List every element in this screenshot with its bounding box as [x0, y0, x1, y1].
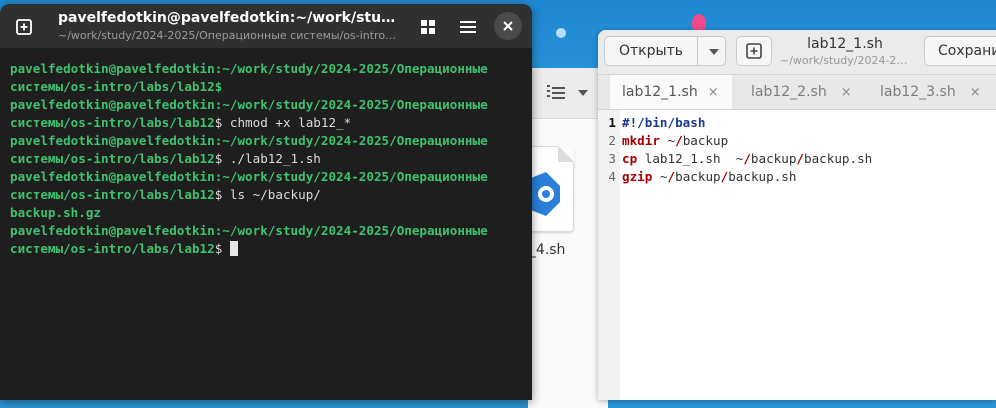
terminal-title: pavelfedotkin@pavelfedotkin:~/work/study…: [58, 10, 398, 26]
code-token: backup: [675, 169, 721, 184]
code-line: 3 cp lab12_1.sh ~/backup/backup.sh: [598, 150, 996, 168]
new-tab-button[interactable]: [8, 12, 40, 42]
prompt-user-host: pavelfedotkin@pavelfedotkin: [10, 169, 215, 184]
terminal-line: системы/os-intro/labs/lab12$ ./lab12_1.s…: [10, 150, 525, 168]
prompt-user-host: pavelfedotkin@pavelfedotkin: [10, 133, 215, 148]
list-view-icon[interactable]: [547, 84, 565, 100]
terminal-subtitle: ~/work/study/2024-2025/Операционные сист…: [58, 29, 398, 42]
view-options-chevron-down-icon[interactable]: [578, 90, 588, 96]
text-editor-window[interactable]: Открыть lab12_1.sh ~/work/study/2024-202…: [598, 30, 996, 400]
close-tab-icon[interactable]: ×: [708, 85, 719, 100]
code-line: 4 gzip ~/backup/backup.sh: [598, 168, 996, 186]
close-tab-icon[interactable]: ×: [970, 85, 981, 100]
command-text: $ chmod +x lab12_*: [214, 115, 352, 130]
code-token: mkdir: [622, 133, 660, 148]
terminal-line: pavelfedotkin@pavelfedotkin:~/work/study…: [10, 222, 525, 240]
line-number: 4: [608, 169, 616, 184]
prompt-user-host: pavelfedotkin@pavelfedotkin: [10, 97, 215, 112]
tab-label: lab12_2.sh: [751, 84, 827, 100]
prompt-path: :~/work/study/2024-2025/Операционные: [214, 61, 488, 76]
code-line: 1 #!/bin/bash: [598, 114, 996, 132]
terminal-line: системы/os-intro/labs/lab12$ chmod +x la…: [10, 114, 525, 132]
line-number: 1: [608, 115, 616, 130]
prompt-user-host: pavelfedotkin@pavelfedotkin: [10, 61, 215, 76]
prompt-path: системы/os-intro/labs/lab12: [10, 241, 215, 256]
terminal-line: pavelfedotkin@pavelfedotkin:~/work/study…: [10, 60, 525, 78]
prompt-path: системы/os-intro/labs/lab12$: [10, 79, 223, 94]
code-token: backup: [750, 151, 797, 166]
terminal-line: системы/os-intro/labs/lab12$: [10, 240, 525, 258]
terminal-line: системы/os-intro/labs/lab12$ ls ~/backup…: [10, 186, 525, 204]
code-token: backup: [682, 133, 729, 148]
plus-square-icon: [746, 43, 762, 59]
line-number: 2: [608, 133, 616, 148]
prompt-path: системы/os-intro/labs/lab12: [10, 187, 215, 202]
code-token: gzip: [622, 169, 653, 184]
line-number: 3: [608, 151, 616, 166]
code-editor-area[interactable]: 1 #!/bin/bash 2 mkdir ~/backup 3 cp lab12_1.s…: [598, 114, 996, 186]
close-tab-icon[interactable]: ×: [841, 85, 852, 100]
code-token: #!/bin/bash: [622, 115, 706, 130]
prompt-path: :~/work/study/2024-2025/Операционные: [214, 169, 488, 184]
bubble-decoration: [556, 28, 566, 38]
terminal-line: pavelfedotkin@pavelfedotkin:~/work/study…: [10, 132, 525, 150]
code-token: /: [796, 151, 805, 166]
command-text: $ ./lab12_1.sh: [214, 151, 321, 166]
terminal-window[interactable]: pavelfedotkin@pavelfedotkin:~/work/study…: [0, 4, 532, 400]
document-path: ~/work/study/2024-2025/Операционные сист…: [780, 54, 910, 67]
tab-lab12-3[interactable]: lab12_3.sh ×: [880, 75, 981, 109]
tab-label: lab12_1.sh: [622, 84, 698, 100]
tab-overview-button[interactable]: [412, 12, 444, 42]
tab-lab12-2[interactable]: lab12_2.sh ×: [751, 75, 852, 109]
main-menu-button[interactable]: [452, 12, 484, 42]
prompt-path: :~/work/study/2024-2025/Операционные: [214, 133, 488, 148]
code-token: /: [675, 133, 683, 148]
terminal-line: pavelfedotkin@pavelfedotkin:~/work/study…: [10, 168, 525, 186]
code-token: backup.sh: [728, 169, 797, 184]
code-token: lab12_1.sh ~: [637, 151, 744, 166]
prompt-path: системы/os-intro/labs/lab12: [10, 115, 215, 130]
prompt-path: :~/work/study/2024-2025/Операционные: [214, 97, 488, 112]
document-title: lab12_1.sh: [807, 36, 883, 52]
save-button[interactable]: Сохранить: [924, 36, 996, 66]
code-token: ~: [659, 133, 676, 148]
file-manager-toolbar: [528, 68, 608, 119]
code-line: 2 mkdir ~/backup: [598, 132, 996, 150]
grid-icon: [421, 20, 435, 34]
prompt-dollar: $: [214, 241, 230, 256]
command-text: $ ls ~/backup/: [214, 187, 321, 202]
open-file-button[interactable]: Открыть: [604, 36, 726, 66]
code-token: /: [743, 151, 751, 166]
plus-square-icon: [16, 19, 32, 35]
open-button-label[interactable]: Открыть: [605, 37, 697, 65]
terminal-line: pavelfedotkin@pavelfedotkin:~/work/study…: [10, 96, 525, 114]
terminal-line: системы/os-intro/labs/lab12$: [10, 78, 525, 96]
chevron-down-icon[interactable]: [709, 49, 719, 55]
prompt-path: системы/os-intro/labs/lab12: [10, 151, 215, 166]
terminal-header-bar: pavelfedotkin@pavelfedotkin:~/work/study…: [0, 4, 532, 48]
code-token: ~: [652, 169, 668, 184]
close-icon: [503, 21, 513, 31]
hamburger-menu-icon: [460, 21, 476, 33]
editor-header-bar: Открыть lab12_1.sh ~/work/study/2024-202…: [598, 30, 996, 75]
editor-tab-bar: lab12_1.sh × lab12_2.sh × lab12_3.sh ×: [598, 75, 996, 110]
code-token: backup.sh: [804, 151, 873, 166]
tab-label: lab12_3.sh: [880, 84, 956, 100]
prompt-user-host: pavelfedotkin@pavelfedotkin: [10, 223, 215, 238]
file-manager-window: [528, 68, 608, 408]
command-output: backup.sh.gz: [10, 205, 101, 220]
close-window-button[interactable]: [494, 12, 522, 40]
new-document-button[interactable]: [736, 36, 772, 66]
code-token: cp: [622, 151, 638, 166]
open-button-divider: [697, 37, 698, 65]
terminal-output[interactable]: pavelfedotkin@pavelfedotkin:~/work/study…: [10, 60, 525, 258]
text-cursor: [229, 241, 238, 256]
prompt-path: :~/work/study/2024-2025/Операционные: [214, 223, 488, 238]
code-token: /: [667, 169, 676, 184]
tab-lab12-1[interactable]: lab12_1.sh ×: [610, 75, 732, 109]
